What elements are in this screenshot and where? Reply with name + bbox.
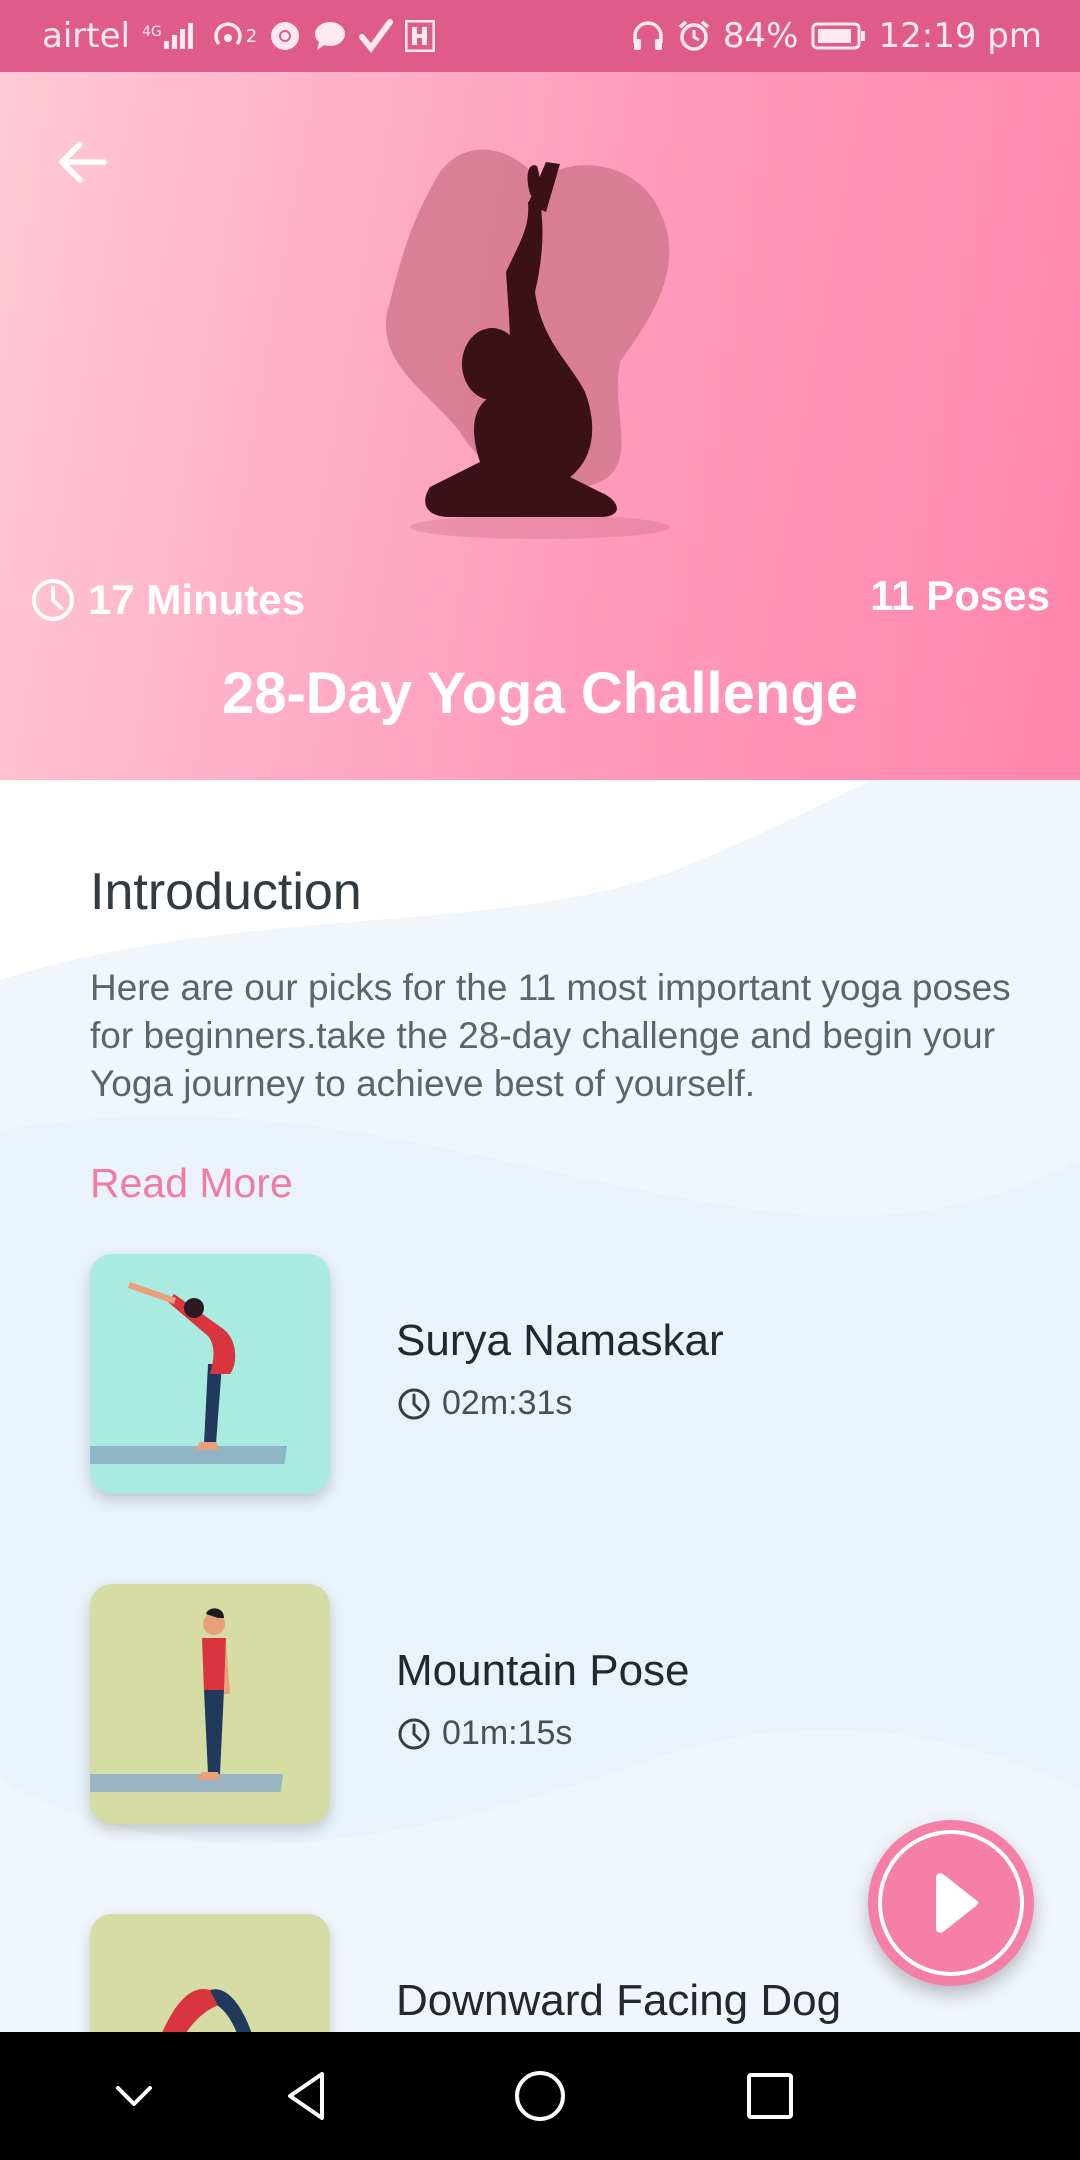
status-bar-right: 84% 12:19 pm (631, 16, 1042, 56)
challenge-duration: 17 Minutes (30, 576, 305, 624)
nav-home-button[interactable] (510, 2066, 570, 2126)
chevron-down-icon (116, 2086, 152, 2106)
arrow-left-icon (59, 141, 107, 183)
clock-icon (398, 1388, 430, 1419)
pose-name: Mountain Pose (396, 1646, 690, 1695)
duration-label: 17 Minutes (88, 576, 306, 623)
pose-item-downward-facing-dog[interactable]: Downward Facing Dog (90, 1914, 990, 2032)
pose-count: 11 Poses (870, 572, 1050, 619)
back-triangle-icon (288, 2072, 324, 2120)
recents-square-icon (747, 2073, 793, 2119)
app-notification-icon (405, 20, 436, 52)
nav-back-button[interactable] (278, 2066, 338, 2126)
pose-thumbnail (90, 1254, 330, 1494)
battery-percent: 84% (722, 16, 799, 56)
pose-duration: 02m:31s (396, 1384, 572, 1423)
read-more-link[interactable]: Read More (90, 1160, 293, 1207)
status-bar-left: airtel 4G 2 (42, 16, 436, 56)
chrome-icon (269, 20, 301, 52)
clock-icon (32, 579, 74, 621)
introduction-heading: Introduction (90, 863, 362, 921)
surya-namaskar-figure (90, 1282, 288, 1464)
carrier-label: airtel (42, 16, 130, 56)
message-icon (313, 20, 347, 52)
pose-duration-value: 01m:15s (442, 1714, 573, 1752)
page-title: 28-Day Yoga Challenge (221, 661, 859, 726)
hotspot-icon: 2 (210, 18, 257, 54)
system-nav-bar (0, 2032, 1080, 2160)
headphones-icon (631, 19, 665, 53)
mountain-pose-figure (90, 1608, 284, 1792)
battery-icon (811, 21, 867, 51)
play-icon (936, 1873, 979, 1933)
play-button-ring (878, 1830, 1024, 1976)
check-icon (359, 19, 394, 53)
pose-thumbnail (90, 1584, 330, 1824)
play-button[interactable] (868, 1820, 1034, 1986)
yoga-silhouette-illustration (386, 149, 670, 539)
network-type: 4G (141, 24, 162, 40)
pose-thumbnail (90, 1914, 330, 2032)
clock-icon (398, 1718, 430, 1749)
home-circle-icon (515, 2071, 565, 2121)
pose-duration: 01m:15s (396, 1714, 572, 1753)
challenge-header: 17 Minutes 11 Poses 28-Day Yoga Challeng… (0, 72, 1080, 780)
back-button[interactable] (52, 130, 116, 194)
nav-recents-button[interactable] (740, 2066, 800, 2126)
clock-time: 12:19 pm (878, 16, 1043, 56)
downward-dog-figure (162, 1989, 252, 2032)
hotspot-count: 2 (245, 25, 258, 47)
nav-collapse-button[interactable] (104, 2066, 164, 2126)
alarm-icon (677, 19, 711, 53)
pose-name: Downward Facing Dog (396, 1976, 842, 2025)
signal-icon: 4G (142, 21, 198, 51)
pose-name: Surya Namaskar (396, 1316, 724, 1365)
status-bar: airtel 4G 2 84% 12:19 pm (0, 0, 1080, 72)
pose-item-surya-namaskar[interactable]: Surya Namaskar 02m:31s (90, 1254, 990, 1494)
pose-item-mountain-pose[interactable]: Mountain Pose 01m:15s (90, 1584, 990, 1824)
pose-duration-value: 02m:31s (442, 1384, 573, 1422)
introduction-text: Here are our picks for the 11 most impor… (90, 967, 1011, 1104)
